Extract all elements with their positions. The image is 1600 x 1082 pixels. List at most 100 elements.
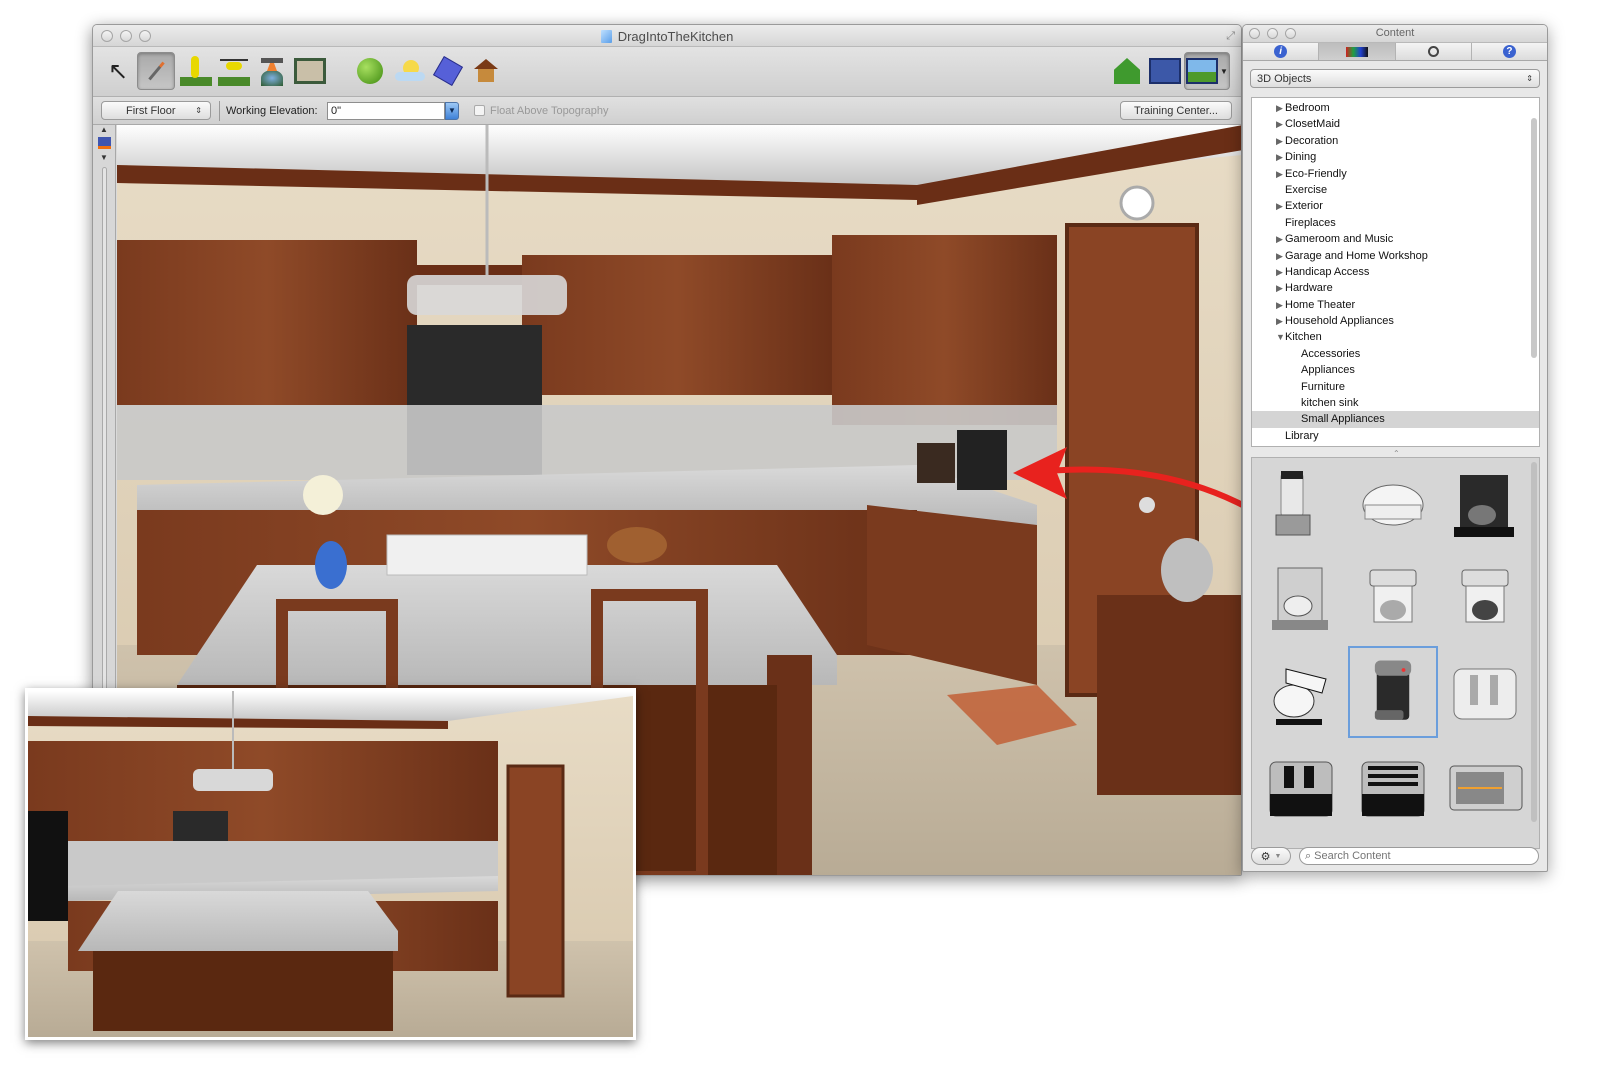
object-thumbnail-stand-mixer[interactable] [1256, 646, 1346, 738]
updown-icon: ⇕ [1526, 74, 1533, 83]
fullscreen-icon[interactable]: ⤢ [1226, 30, 1235, 43]
disclosure-expanded-icon[interactable]: ▼ [1276, 329, 1285, 345]
tab-help[interactable]: ? [1472, 43, 1547, 60]
divider [219, 101, 220, 121]
tree-item-label: Garage and Home Workshop [1285, 249, 1428, 262]
blueprint-tool-button[interactable] [429, 52, 467, 90]
arrow-up-icon[interactable]: ▲ [100, 125, 108, 134]
select-tool-button[interactable]: ↖ [99, 52, 137, 90]
tree-item[interactable]: ▶ Eco-Friendly [1252, 166, 1539, 182]
object-thumbnail-blender[interactable] [1256, 460, 1346, 552]
tree-item[interactable]: Small Appliances [1252, 411, 1539, 428]
tree-item[interactable]: Exercise [1252, 182, 1539, 198]
tree-item[interactable]: Accessories [1252, 346, 1539, 362]
tree-item-label: Kitchen [1285, 331, 1322, 344]
disclosure-collapsed-icon[interactable]: ▶ [1276, 116, 1283, 132]
tab-info[interactable]: i [1243, 43, 1320, 60]
action-menu-button[interactable]: ⚙ ▼ [1251, 847, 1291, 865]
content-title-bar[interactable]: Content [1243, 25, 1547, 43]
search-field[interactable]: ⌕ [1299, 847, 1539, 865]
plan-view-button[interactable] [1146, 52, 1184, 90]
disclosure-collapsed-icon[interactable]: ▶ [1276, 280, 1283, 296]
elevation-dropdown-button[interactable]: ▼ [445, 102, 459, 120]
object-thumbnail-two-slice-toaster-white[interactable] [1440, 646, 1530, 738]
satellite-tool-button[interactable] [253, 52, 291, 90]
tree-item[interactable]: ▶ ClosetMaid [1252, 116, 1539, 132]
category-select-value: 3D Objects [1257, 72, 1312, 85]
tree-item[interactable]: ▶ Home Theater [1252, 297, 1539, 313]
camera-level-icon[interactable] [98, 137, 111, 149]
object-thumbnail-two-slice-toaster-steel[interactable] [1256, 739, 1346, 831]
tab-3d-objects[interactable] [1319, 43, 1396, 60]
grid-scrollbar[interactable] [1531, 462, 1537, 822]
tree-scrollbar[interactable] [1531, 118, 1537, 358]
working-elevation-field[interactable]: 0" [327, 102, 445, 120]
disclosure-collapsed-icon[interactable]: ▶ [1276, 100, 1283, 116]
3d-view-button[interactable]: ▼ [1184, 52, 1230, 90]
search-icon: ⌕ [1305, 849, 1312, 862]
window-title: DragIntoTheKitchen [93, 29, 1241, 44]
tree-item[interactable]: Furniture [1252, 379, 1539, 395]
tree-item[interactable]: ▶ Exterior [1252, 198, 1539, 214]
tree-item[interactable]: Library [1252, 428, 1539, 444]
arrow-down-icon[interactable]: ▼ [100, 153, 108, 162]
sun-tool-button[interactable] [391, 52, 429, 90]
object-thumbnail-coffee-maker-carafe[interactable] [1348, 553, 1438, 645]
house-tool-button[interactable] [467, 52, 505, 90]
tree-item[interactable]: ▶ Gameroom and Music [1252, 231, 1539, 247]
tree-item[interactable]: ▼ Kitchen [1252, 329, 1539, 345]
disclosure-collapsed-icon[interactable]: ▶ [1276, 166, 1283, 182]
object-thumbnail-roaster-pan[interactable] [1348, 460, 1438, 552]
object-thumbnail-black-coffee-maker[interactable] [1440, 460, 1530, 552]
tree-item[interactable]: Fireplaces [1252, 215, 1539, 231]
object-thumbnail-toaster-oven[interactable] [1440, 739, 1530, 831]
walkthrough-tool-button[interactable] [177, 52, 215, 90]
disclosure-collapsed-icon[interactable]: ▶ [1276, 198, 1283, 214]
title-bar[interactable]: DragIntoTheKitchen ⤢ [93, 25, 1241, 47]
tree-item-label: Household Appliances [1285, 315, 1394, 328]
disclosure-collapsed-icon[interactable]: ▶ [1276, 264, 1283, 280]
tree-item[interactable]: Appliances [1252, 362, 1539, 378]
main-toolbar: ↖ ▼ [93, 47, 1241, 97]
object-thumbnail-four-slice-toaster[interactable] [1348, 739, 1438, 831]
tree-item[interactable]: ▶ Dining [1252, 149, 1539, 165]
tree-item[interactable]: ▶ Household Appliances [1252, 313, 1539, 329]
tree-item-label: Home Theater [1285, 298, 1356, 311]
object-thumbnail-drip-coffee-maker[interactable] [1256, 553, 1346, 645]
disclosure-collapsed-icon[interactable]: ▶ [1276, 313, 1283, 329]
training-center-button[interactable]: Training Center... [1120, 101, 1232, 120]
blender-icon [1275, 471, 1311, 536]
updown-icon: ⇕ [195, 106, 202, 115]
category-select[interactable]: 3D Objects ⇕ [1250, 69, 1540, 88]
search-input[interactable] [1314, 850, 1525, 862]
chevron-down-icon[interactable]: ▼ [1220, 67, 1228, 76]
terrain-tool-button[interactable] [351, 52, 389, 90]
floorplan-tool-button[interactable] [291, 52, 329, 90]
sun-clouds-icon [395, 58, 425, 84]
tree-item[interactable]: kitchen sink [1252, 395, 1539, 411]
object-thumbnail-coffee-maker-white[interactable] [1440, 553, 1530, 645]
floor-plan-icon [294, 58, 326, 84]
disclosure-collapsed-icon[interactable]: ▶ [1276, 231, 1283, 247]
floor-select[interactable]: First Floor ⇕ [101, 101, 211, 120]
disclosure-collapsed-icon[interactable]: ▶ [1276, 149, 1283, 165]
tree-item[interactable]: ▶ Hardware [1252, 280, 1539, 296]
fly-tool-button[interactable] [215, 52, 253, 90]
tab-timer[interactable] [1396, 43, 1472, 60]
disclosure-collapsed-icon[interactable]: ▶ [1276, 297, 1283, 313]
stopwatch-icon [1427, 46, 1439, 57]
disclosure-collapsed-icon[interactable]: ▶ [1276, 248, 1283, 264]
tree-item[interactable]: ▶ Decoration [1252, 133, 1539, 149]
float-above-topography-checkbox[interactable] [474, 105, 485, 116]
tree-item[interactable]: ▶ Garage and Home Workshop [1252, 248, 1539, 264]
arrow-cursor-icon: ↖ [107, 57, 129, 85]
coffee-maker-white-icon [1461, 569, 1509, 623]
eco-house-button[interactable] [1108, 52, 1146, 90]
landscape-view-icon [1186, 58, 1219, 84]
tree-item[interactable]: ▶ Bedroom [1252, 100, 1539, 116]
object-thumbnail-single-cup-brewer[interactable] [1348, 646, 1438, 738]
tree-item[interactable]: ▶ Handicap Access [1252, 264, 1539, 280]
disclosure-collapsed-icon[interactable]: ▶ [1276, 133, 1283, 149]
wand-tool-button[interactable] [137, 52, 175, 90]
floor-select-value: First Floor [126, 104, 176, 117]
